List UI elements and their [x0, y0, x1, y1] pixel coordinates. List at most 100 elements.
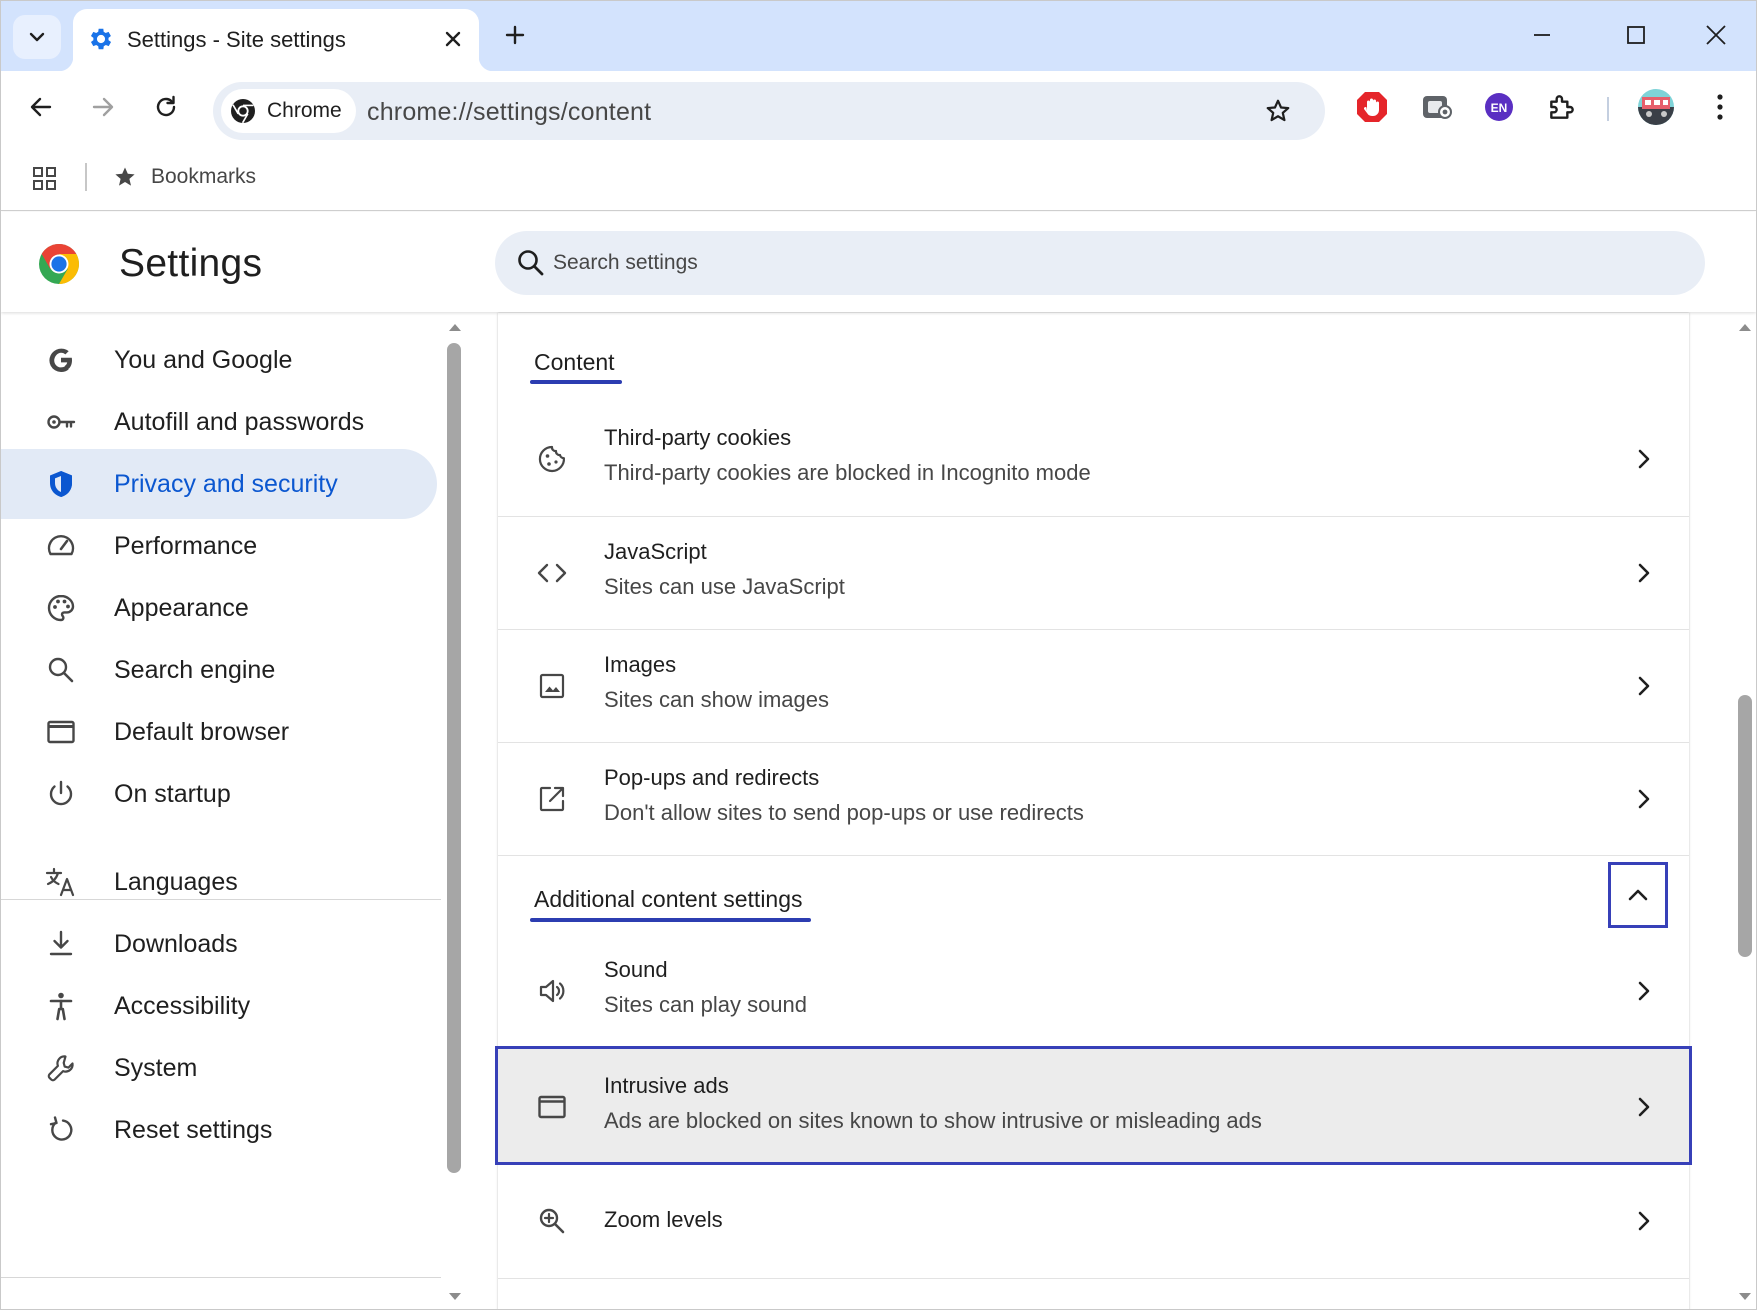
star-outline-icon [1264, 97, 1292, 125]
sidebar-item-accessibility[interactable]: Accessibility [1, 971, 437, 1041]
search-input[interactable] [553, 231, 1653, 295]
apps-grid-icon [32, 166, 58, 192]
sidebar-item-label: Languages [114, 867, 238, 896]
sidebar-item-autofill[interactable]: Autofill and passwords [1, 387, 437, 457]
main-scrollbar-thumb[interactable] [1738, 695, 1752, 957]
power-icon [43, 776, 79, 812]
bookmarks-divider [85, 163, 87, 191]
address-bar[interactable]: Chrome chrome://settings/content [213, 82, 1325, 140]
setting-row-images[interactable]: Images Sites can show images [498, 629, 1689, 742]
shield-icon [43, 466, 79, 502]
minimize-button[interactable] [1514, 11, 1570, 59]
sidebar-scrollbar-thumb[interactable] [447, 343, 461, 1173]
sidebar-item-you-and-google[interactable]: You and Google [1, 325, 437, 395]
settings-search-box[interactable] [495, 231, 1705, 295]
sidebar-item-appearance[interactable]: Appearance [1, 573, 437, 643]
browser-window-icon [43, 714, 79, 750]
speedometer-icon [43, 528, 79, 564]
site-settings-card: Content Third-party cookies Third-party … [495, 313, 1692, 1309]
tab-search-button[interactable] [13, 15, 61, 59]
star-filled-icon [113, 165, 137, 189]
forward-button[interactable] [79, 83, 127, 131]
setting-row-pop-ups-and-redirects[interactable]: Pop-ups and redirects Don't allow sites … [498, 742, 1689, 855]
setting-row-javascript[interactable]: JavaScript Sites can use JavaScript [498, 516, 1689, 629]
adblock-extension-icon [1355, 90, 1389, 124]
new-tab-button[interactable] [495, 15, 535, 55]
chevron-right-icon [1626, 555, 1662, 591]
wrench-icon [43, 1050, 79, 1086]
close-tab-icon[interactable] [435, 21, 471, 57]
capture-extension-button[interactable] [1414, 85, 1458, 129]
download-icon [43, 926, 79, 962]
ad-window-icon [534, 1089, 570, 1125]
sidebar-item-label: System [114, 1053, 198, 1082]
browser-window: Settings - Site settings Chrome chrome:/… [0, 0, 1757, 1310]
collapse-additional-button[interactable] [1608, 862, 1668, 928]
bookmarks-bar: Bookmarks [1, 143, 1756, 211]
chevron-right-icon [1626, 1203, 1662, 1239]
sidebar-item-label: Autofill and passwords [114, 407, 365, 436]
back-button[interactable] [17, 83, 65, 131]
sidebar-item-label: Downloads [114, 929, 238, 958]
chevron-up-icon [1627, 888, 1649, 902]
search-icon [515, 247, 547, 279]
scroll-up-arrow-icon[interactable] [447, 321, 463, 333]
tab-title: Settings - Site settings [127, 27, 346, 52]
chrome-color-logo-icon [37, 242, 81, 286]
extensions-menu-button[interactable] [1540, 85, 1584, 129]
maximize-icon [1626, 25, 1646, 45]
setting-title: JavaScript [604, 539, 707, 564]
additional-settings-header[interactable]: Additional content settings [498, 855, 1689, 935]
sidebar-item-downloads[interactable]: Downloads [1, 909, 437, 979]
chrome-logo-icon [229, 97, 257, 125]
sidebar-item-label: Appearance [114, 593, 249, 622]
sidebar-item-on-startup[interactable]: On startup [1, 759, 437, 829]
setting-row-zoom-levels[interactable]: Zoom levels [498, 1165, 1689, 1278]
chrome-menu-button[interactable] [1698, 85, 1742, 129]
avatar [1636, 87, 1676, 127]
setting-row-sound[interactable]: Sound Sites can play sound [498, 935, 1689, 1048]
gear-icon [87, 25, 115, 53]
bookmarks-folder[interactable]: Bookmarks [113, 159, 256, 195]
profile-button[interactable] [1632, 83, 1680, 131]
site-info-chip[interactable]: Chrome [221, 89, 356, 133]
setting-row-next[interactable] [498, 1278, 1689, 1309]
sidebar-item-search-engine[interactable]: Search engine [1, 635, 437, 705]
sidebar-item-label: Privacy and security [114, 469, 338, 498]
chevron-right-icon [1626, 973, 1662, 1009]
sidebar-item-reset-settings[interactable]: Reset settings [1, 1095, 437, 1165]
apps-button[interactable] [25, 159, 65, 199]
code-icon [534, 555, 570, 591]
scroll-down-arrow-icon[interactable] [1737, 1291, 1753, 1303]
chevron-right-icon [1626, 668, 1662, 704]
extensions-puzzle-icon [1546, 91, 1578, 123]
setting-row-intrusive-ads[interactable]: Intrusive ads Ads are blocked on sites k… [495, 1046, 1692, 1165]
sidebar-item-languages[interactable]: Languages [1, 847, 437, 917]
language-extension-button[interactable]: EN [1477, 85, 1521, 129]
setting-title: Sound [604, 957, 668, 982]
setting-title: Third-party cookies [604, 425, 792, 450]
accessibility-icon [43, 988, 79, 1024]
reset-icon [43, 1112, 79, 1148]
sidebar-item-performance[interactable]: Performance [1, 511, 437, 581]
url-text[interactable]: chrome://settings/content [367, 98, 651, 127]
setting-title: Zoom levels [604, 1207, 723, 1232]
tab-strip: Settings - Site settings [1, 1, 1756, 71]
maximize-button[interactable] [1608, 11, 1664, 59]
sidebar-item-label: Reset settings [114, 1115, 273, 1144]
adblock-extension-button[interactable] [1350, 85, 1394, 129]
close-window-button[interactable] [1688, 11, 1744, 59]
scroll-down-arrow-icon[interactable] [447, 1291, 463, 1303]
sidebar-item-system[interactable]: System [1, 1033, 437, 1103]
sidebar-item-default-browser[interactable]: Default browser [1, 697, 437, 767]
chevron-down-icon [27, 27, 47, 47]
reload-button[interactable] [142, 83, 190, 131]
bookmark-star-button[interactable] [1255, 88, 1301, 134]
tab-settings[interactable]: Settings - Site settings [59, 9, 493, 71]
bookmarks-label: Bookmarks [151, 165, 257, 188]
sidebar-item-label: Search engine [114, 655, 276, 684]
setting-row-third-party-cookies[interactable]: Third-party cookies Third-party cookies … [498, 403, 1689, 516]
sidebar-item-privacy-and-security[interactable]: Privacy and security [1, 449, 437, 519]
page-title: Settings [119, 242, 263, 285]
scroll-up-arrow-icon[interactable] [1737, 321, 1753, 333]
